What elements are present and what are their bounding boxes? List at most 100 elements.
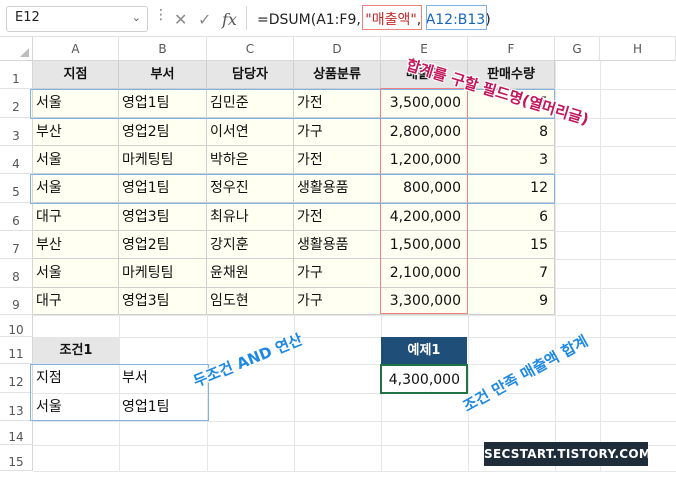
table-cell[interactable]: 1,500,000 [381,231,468,259]
column-header-a[interactable]: A [33,37,119,61]
table-cell[interactable]: 부산 [33,231,119,259]
row-header-9[interactable]: 9 [0,288,33,315]
criteria-value-cell[interactable]: 서울 [33,393,119,421]
table-cell[interactable]: 마케팅팀 [119,146,207,174]
row-header-3[interactable]: 3 [0,118,33,146]
column-header-c[interactable]: C [207,37,294,61]
example-title-cell[interactable]: 예제1 [381,337,467,365]
table-cell[interactable]: 15 [468,231,555,259]
row-header-14[interactable]: 14 [0,421,33,445]
table-cell[interactable]: 생활용품 [294,231,381,259]
table-cell[interactable]: 이서연 [207,118,294,146]
table-cell[interactable]: 가구 [294,118,381,146]
formula-prefix: =DSUM( [257,12,317,28]
table-header-cell[interactable]: 상품분류 [294,61,381,89]
example-title: 예제1 [407,343,441,358]
table-cell[interactable]: 영업3팀 [119,288,207,315]
table-cell[interactable]: 2,100,000 [381,259,468,288]
row-header-11[interactable]: 11 [0,337,33,364]
cancel-icon[interactable]: ✕ [174,10,187,29]
table-cell[interactable]: 영업2팀 [119,231,207,259]
formula-criteria-highlight [426,5,487,30]
formula-buttons: ✕ ✓ fx [168,6,244,32]
column-header-b[interactable]: B [119,37,207,61]
table-cell[interactable]: 4,200,000 [381,203,468,231]
chevron-down-icon[interactable]: ⌄ [132,11,141,24]
table-cell[interactable]: 9 [468,288,555,315]
table-header-cell[interactable]: 지점 [33,61,119,89]
more-options-icon[interactable]: ⋮ [154,8,168,22]
table-cell[interactable]: 임도현 [207,288,294,315]
table-cell[interactable]: 대구 [33,288,119,315]
table-cell[interactable]: 3,300,000 [381,288,468,315]
row-header-2[interactable]: 2 [0,89,33,118]
table-cell[interactable]: 가전 [294,203,381,231]
table-cell[interactable]: 2,800,000 [381,118,468,146]
table-cell[interactable]: 3,500,000 [381,89,468,118]
annotation-sum-result: 조건 만족 매출액 합계 [459,331,592,416]
column-header-e[interactable]: E [381,37,468,61]
row-header-13[interactable]: 13 [0,393,33,421]
table-cell[interactable]: 생활용품 [294,174,381,203]
table-cell[interactable]: 3 [468,146,555,174]
spreadsheet-window: E12 ⌄ ⋮ ✕ ✓ fx =DSUM(A1:F9, "매출액", A12:B… [0,0,676,472]
table-cell[interactable]: 서울 [33,89,119,118]
row-header-10[interactable]: 10 [0,315,33,337]
row-header-6[interactable]: 6 [0,203,33,231]
select-all-corner[interactable] [0,37,33,61]
table-cell[interactable]: 영업1팀 [119,174,207,203]
name-box[interactable]: E12 ⌄ [6,6,148,32]
table-cell[interactable]: 가전 [294,89,381,118]
table-cell[interactable]: 대구 [33,203,119,231]
table-cell[interactable]: 서울 [33,174,119,203]
table-cell[interactable]: 8 [468,118,555,146]
table-cell[interactable]: 12 [468,174,555,203]
result-value: 4,300,000 [388,372,460,388]
gridline-h [33,471,676,472]
table-cell[interactable]: 마케팅팀 [119,259,207,288]
table-cell[interactable]: 영업2팀 [119,118,207,146]
watermark-badge: SECSTART.TISTORY.COM [484,442,651,466]
row-header-12[interactable]: 12 [0,364,33,393]
row-header-8[interactable]: 8 [0,259,33,288]
gridline-h [33,315,676,316]
table-cell[interactable]: 서울 [33,146,119,174]
table-header-cell[interactable]: 담당자 [207,61,294,89]
table-cell[interactable]: 강지훈 [207,231,294,259]
table-cell[interactable]: 영업1팀 [119,89,207,118]
table-header-cell[interactable]: 부서 [119,61,207,89]
column-header-h[interactable]: H [600,37,676,61]
row-header-7[interactable]: 7 [0,231,33,259]
criteria-header-cell[interactable]: 지점 [33,364,119,393]
table-cell[interactable]: 7 [468,259,555,288]
table-cell[interactable]: 가구 [294,259,381,288]
insert-function-icon[interactable]: fx [222,10,237,29]
table-cell[interactable]: 박하은 [207,146,294,174]
formula-divider [246,6,247,30]
table-cell[interactable]: 정우진 [207,174,294,203]
formula-bar: E12 ⌄ ⋮ ✕ ✓ fx =DSUM(A1:F9, "매출액", A12:B… [0,0,676,37]
table-cell[interactable]: 6 [468,203,555,231]
result-cell-e12[interactable]: 4,300,000 [380,364,468,394]
row-header-5[interactable]: 5 [0,174,33,203]
column-header-d[interactable]: D [294,37,381,61]
table-cell[interactable]: 최유나 [207,203,294,231]
row-header-4[interactable]: 4 [0,146,33,174]
column-header-g[interactable]: G [555,37,600,61]
criteria-title-cell[interactable]: 조건1 [33,337,119,364]
table-cell[interactable]: 서울 [33,259,119,288]
table-cell[interactable]: 윤채원 [207,259,294,288]
table-cell[interactable]: 부산 [33,118,119,146]
table-cell[interactable]: 가구 [294,288,381,315]
table-cell[interactable]: 영업3팀 [119,203,207,231]
row-header-15[interactable]: 15 [0,445,33,471]
column-header-f[interactable]: F [468,37,555,61]
gridline-v [600,61,601,471]
table-cell[interactable]: 가전 [294,146,381,174]
criteria-value-cell[interactable]: 영업1팀 [119,393,207,421]
enter-icon[interactable]: ✓ [198,10,211,29]
row-header-1[interactable]: 1 [0,61,33,89]
table-cell[interactable]: 1,200,000 [381,146,468,174]
table-cell[interactable]: 김민준 [207,89,294,118]
table-cell[interactable]: 800,000 [381,174,468,203]
